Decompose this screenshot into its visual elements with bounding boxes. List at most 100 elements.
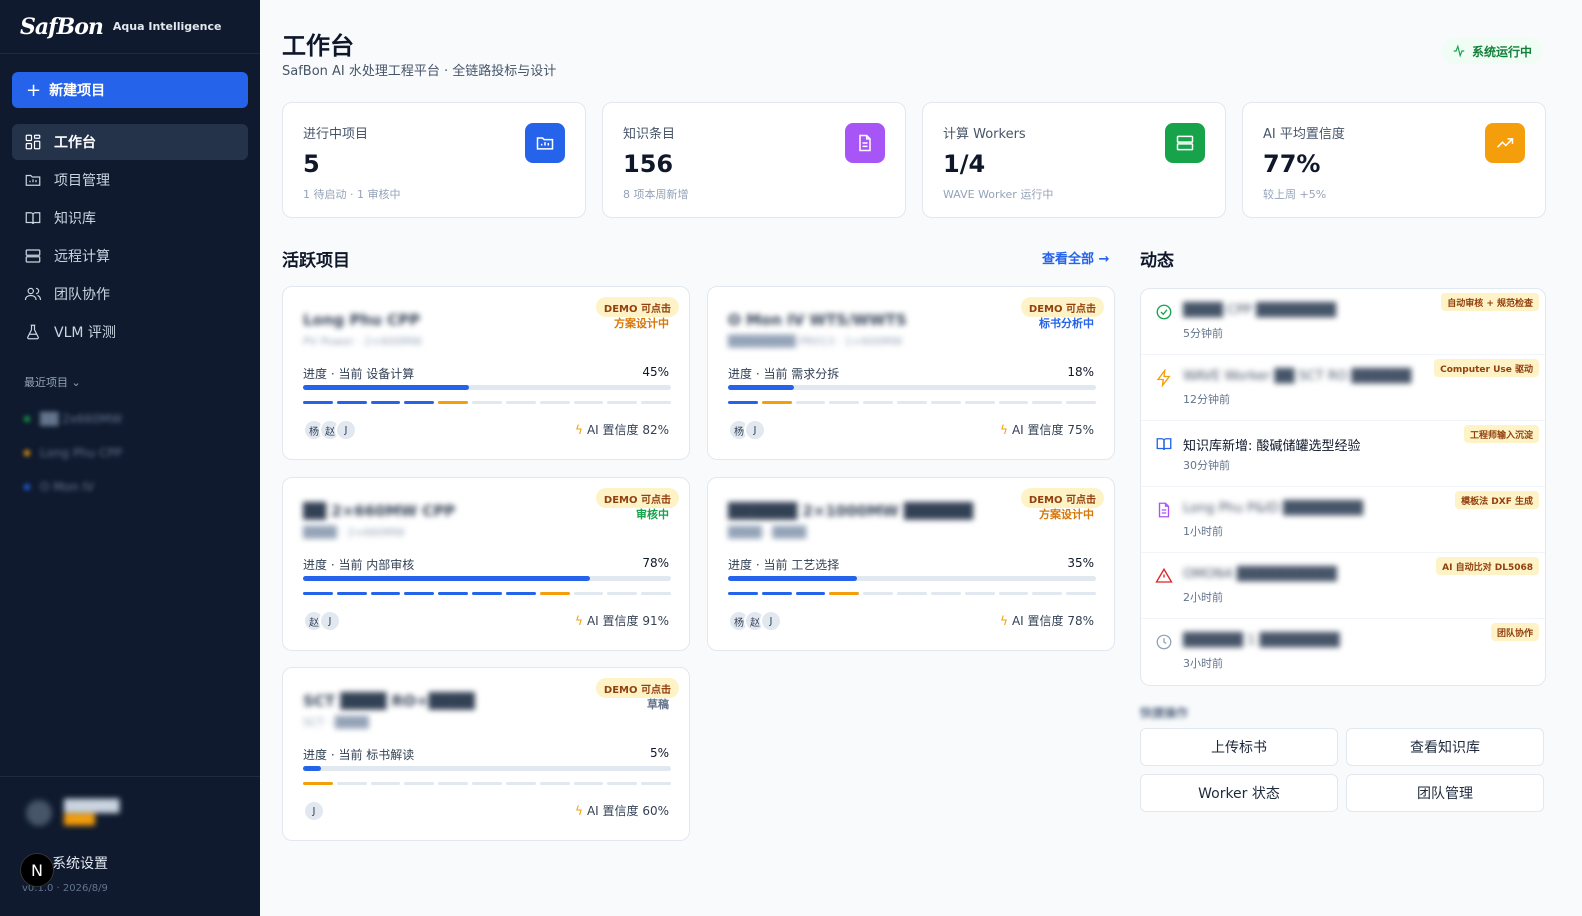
activity-text: ██████ 1 ████████ [1183, 633, 1340, 648]
stage-step [863, 401, 894, 404]
stats-row: 进行中项目 5 1 待启动 · 1 审核中 知识条目 156 8 项本周新增 计… [282, 102, 1546, 218]
activity-time: 5分钟前 [1183, 327, 1223, 340]
project-card[interactable]: ██ 2×660MW CPP ████ · 2×660MW DEMO 可点击 审… [282, 477, 690, 651]
stage-step [404, 401, 435, 404]
activity-item[interactable]: Long Phu P&ID ████████ 1小时前 模板法 DXF 生成 [1141, 487, 1545, 553]
flask-icon [27, 324, 39, 340]
activity-item[interactable]: ████ CPP ████████ 5分钟前 自动审核 + 规范检查 [1141, 289, 1545, 355]
progress-percent: 5% [649, 746, 669, 760]
demo-badge: DEMO 可点击 [1020, 297, 1104, 317]
stage-step [539, 401, 570, 404]
ai-confidence: ϟ AI 置信度 91% [575, 612, 669, 629]
stage-badge: 方案设计中 [614, 317, 669, 330]
sidebar-item-vlm-eval[interactable]: VLM 评测 [12, 314, 248, 350]
sidebar-item-workbench[interactable]: 工作台 [12, 124, 248, 160]
ai-confidence-label: AI 置信度 82% [586, 423, 669, 437]
avatar: J [303, 800, 325, 822]
sidebar-item-knowledge[interactable]: 知识库 [12, 200, 248, 236]
stage-step [930, 401, 961, 404]
sidebar-item-team[interactable]: 团队协作 [12, 276, 248, 312]
stage-step [539, 592, 570, 595]
stage-step [761, 592, 792, 595]
progress-bar [728, 385, 1096, 390]
stat-card-workers[interactable]: 计算 Workers 1/4 WAVE Worker 运行中 [922, 102, 1226, 218]
stat-card-knowledge[interactable]: 知识条目 156 8 项本周新增 [602, 102, 906, 218]
progress-fill [728, 576, 857, 581]
stage-step [438, 401, 469, 404]
bolt-icon: ϟ [1000, 423, 1008, 437]
activity-item[interactable]: ██████ 1 ████████ 3小时前 团队协作 [1141, 619, 1545, 685]
view-all-link[interactable]: 查看全部 → [1042, 248, 1109, 267]
brand-subtitle: Aqua Intelligence [112, 20, 222, 33]
bolt-icon [1155, 368, 1173, 388]
recent-project-item[interactable]: Long Phu CPP [24, 436, 244, 470]
project-subtitle: ████ · ████ [728, 526, 807, 539]
project-title: ██████ 2×1000MW ██████ [728, 502, 974, 520]
progress-fill [303, 766, 322, 771]
stage-step [964, 592, 995, 595]
progress-bar [303, 766, 671, 771]
stage-step [930, 592, 961, 595]
project-title: O Mon IV WTS/WWTS [728, 311, 907, 329]
project-subtitle: ████ · 2×660MW [303, 526, 405, 539]
view-knowledge-button[interactable]: 查看知识库 [1346, 728, 1544, 766]
team-management-button[interactable]: 团队管理 [1346, 774, 1544, 812]
activity-time: 30分钟前 [1183, 459, 1230, 472]
stage-step [607, 401, 638, 404]
sidebar-item-label: VLM 评测 [54, 325, 116, 341]
stage-step [573, 592, 604, 595]
stat-card-ai-confidence[interactable]: AI 平均置信度 77% 较上周 +5% [1242, 102, 1546, 218]
ai-confidence-label: AI 置信度 60% [586, 804, 669, 818]
bolt-icon: ϟ [575, 614, 583, 628]
recent-project-label: O Mon IV [40, 480, 95, 494]
activity-tag: 模板法 DXF 生成 [1455, 491, 1539, 509]
progress-fill [303, 576, 591, 581]
project-card[interactable]: SCT ████ RO+████ SCT · ████ DEMO 可点击 草稿 … [282, 667, 690, 841]
stage-badge: 方案设计中 [1039, 508, 1094, 521]
stage-badge: 标书分析中 [1039, 317, 1094, 330]
avatar: J [335, 419, 357, 441]
activity-tag: AI 自动比对 DL5068 [1436, 557, 1539, 575]
member-avatars: 杨赵J [728, 610, 782, 632]
activity-tag: 自动审核 + 规范检查 [1441, 293, 1539, 311]
project-card[interactable]: Long Phu CPP PV Power · 2×600MW DEMO 可点击… [282, 286, 690, 460]
recent-project-item[interactable]: ██ 2x660MW [24, 402, 244, 436]
stage-step [641, 592, 671, 595]
sidebar-item-projects[interactable]: 项目管理 [12, 162, 248, 198]
activity-time: 12分钟前 [1183, 393, 1230, 406]
sidebar: SafBon Aqua Intelligence + 新建项目 工作台 项目管理… [0, 0, 260, 916]
demo-badge: DEMO 可点击 [595, 488, 679, 508]
upload-bid-button[interactable]: 上传标书 [1140, 728, 1338, 766]
folder-icon [525, 123, 565, 163]
brand[interactable]: SafBon Aqua Intelligence [0, 0, 260, 54]
demo-badge: DEMO 可点击 [595, 297, 679, 317]
progress-percent: 18% [1067, 365, 1094, 379]
ai-confidence: ϟ AI 置信度 82% [575, 421, 669, 438]
progress-percent: 35% [1067, 556, 1094, 570]
activity-item[interactable]: 知识库新增: 酸碱储罐选型经验 30分钟前 工程师输入沉淀 [1141, 421, 1545, 487]
project-card[interactable]: O Mon IV WTS/WWTS ████████ PR013 · 1×600… [707, 286, 1115, 460]
next-dev-badge[interactable]: N [20, 853, 54, 887]
settings-link[interactable]: 系统设置 [52, 853, 108, 873]
ai-confidence-label: AI 置信度 91% [586, 614, 669, 628]
stage-steps [303, 401, 671, 404]
sidebar-item-remote-compute[interactable]: 远程计算 [12, 238, 248, 274]
stage-step [539, 782, 570, 785]
ai-confidence: ϟ AI 置信度 78% [1000, 612, 1094, 629]
server-icon [25, 249, 41, 263]
demo-badge: DEMO 可点击 [1020, 488, 1104, 508]
stat-card-projects[interactable]: 进行中项目 5 1 待启动 · 1 审核中 [282, 102, 586, 218]
stage-step [728, 592, 758, 595]
user-profile[interactable]: ██████ ████ [26, 799, 119, 826]
activity-item[interactable]: WAVE Worker ██ SCT RO ██████ 12分钟前 Compu… [1141, 355, 1545, 421]
demo-badge: DEMO 可点击 [595, 678, 679, 698]
recent-projects-toggle[interactable]: 最近项目 ⌄ [24, 374, 81, 390]
recent-project-item[interactable]: O Mon IV [24, 470, 244, 504]
stage-step [573, 401, 604, 404]
activity-item[interactable]: OMON4 ██████████ 2小时前 AI 自动比对 DL5068 [1141, 553, 1545, 619]
project-card[interactable]: ██████ 2×1000MW ██████ ████ · ████ DEMO … [707, 477, 1115, 651]
new-project-button[interactable]: + 新建项目 [12, 72, 248, 108]
member-avatars: J [303, 800, 325, 822]
progress-fill [728, 385, 795, 390]
worker-status-button[interactable]: Worker 状态 [1140, 774, 1338, 812]
